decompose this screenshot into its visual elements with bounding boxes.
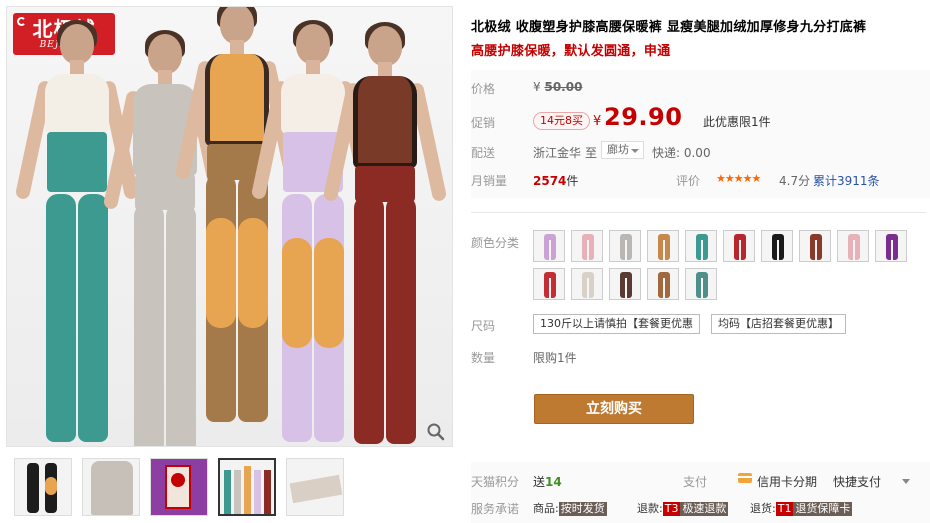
color-swatch[interactable] <box>533 230 565 262</box>
main-product-image[interactable]: 北极绒 BEJIROG <box>6 6 453 447</box>
swatch-legs-image <box>582 234 594 260</box>
color-swatch[interactable] <box>799 230 831 262</box>
sales-count-value: 2574 <box>533 174 567 188</box>
review-count-link[interactable]: 累计3911条 <box>813 172 880 189</box>
buy-now-button[interactable]: 立刻购买 <box>534 394 694 424</box>
credit-card-icon <box>738 473 752 483</box>
return-guarantee-badge: 退货保障卡 <box>793 502 853 516</box>
thumbnail-1[interactable] <box>14 458 72 516</box>
points-prefix: 送 <box>533 475 546 489</box>
rating-label: 评价 <box>676 174 701 188</box>
swatch-legs-image <box>658 234 670 260</box>
color-swatch[interactable] <box>571 268 603 300</box>
swatch-legs-image <box>620 272 632 298</box>
payment-label: 支付 <box>683 475 708 489</box>
swatch-legs-image <box>696 272 708 298</box>
product-title: 北极绒 收腹塑身护膝高腰保暖裤 显瘦美腿加绒加厚修身九分打底裤 <box>471 20 867 35</box>
rating-stars-icon: ★★★★★ <box>716 172 761 185</box>
thumbnail-5[interactable] <box>286 458 344 516</box>
size-option-1[interactable]: 130斤以上请慎拍【套餐更优惠 <box>533 314 700 334</box>
promo-label: 促销 <box>471 116 496 130</box>
promo-note: 此优惠限1件 <box>703 115 771 129</box>
swatch-legs-image <box>886 234 898 260</box>
ship-from: 浙江金华 <box>533 146 582 160</box>
thumbnail-strip <box>14 458 344 516</box>
promo-currency: ¥ <box>593 114 602 129</box>
thumbnail-4[interactable] <box>218 458 276 516</box>
swatch-legs-image <box>620 234 632 260</box>
price-panel: 价格 ¥ 50.00 促销 14元8买 ¥ 29.90 此优惠限1件 配送 浙江… <box>471 70 930 198</box>
original-currency: ¥ <box>533 80 541 94</box>
points-value: 14 <box>545 475 562 489</box>
monthly-sales: 2574件 <box>533 172 578 189</box>
quantity-label: 数量 <box>471 351 496 365</box>
swatch-legs-image <box>544 272 556 298</box>
service-refund: 退款: T3 极速退款 <box>637 500 729 516</box>
shipping-label: 配送 <box>471 146 496 160</box>
color-swatch[interactable] <box>723 230 755 262</box>
swatch-legs-image <box>734 234 746 260</box>
color-swatch[interactable] <box>609 230 641 262</box>
quantity-limit: 限购1件 <box>533 351 577 365</box>
promo-badge[interactable]: 14元8买 <box>533 112 590 130</box>
color-swatch[interactable] <box>685 230 717 262</box>
color-swatch[interactable] <box>609 268 641 300</box>
zoom-icon[interactable] <box>426 422 446 442</box>
color-swatch[interactable] <box>761 230 793 262</box>
destination-value: 廊坊 <box>607 143 629 156</box>
swatch-legs-image <box>544 234 556 260</box>
promo-price: 29.90 <box>604 103 683 131</box>
points-label: 天猫积分 <box>471 475 520 489</box>
service-goods-label: 商品: <box>533 502 559 515</box>
rating-score: 4.7分 <box>779 174 811 188</box>
service-return: 退货: T1 退货保障卡 <box>750 500 853 516</box>
installment-option[interactable]: 信用卡分期 <box>757 473 817 490</box>
model-figure-burgundy <box>322 22 448 444</box>
quick-pay-option[interactable]: 快捷支付 <box>833 473 881 490</box>
swatch-legs-image <box>582 272 594 298</box>
ship-to-label: 至 <box>585 146 598 160</box>
service-label: 服务承诺 <box>471 502 520 516</box>
service-goods: 商品: 按时发货 <box>533 500 607 516</box>
color-label: 颜色分类 <box>471 236 520 250</box>
swatch-legs-image <box>848 234 860 260</box>
service-return-label: 退货: <box>750 502 776 515</box>
color-swatch-list <box>533 230 925 300</box>
color-swatch[interactable] <box>533 268 565 300</box>
swatch-legs-image <box>696 234 708 260</box>
product-subtitle: 高腰护膝保暖，默认发圆通，申通 <box>471 44 671 59</box>
size-label: 尺码 <box>471 319 496 333</box>
thumbnail-3[interactable] <box>150 458 208 516</box>
swatch-legs-image <box>658 272 670 298</box>
on-time-delivery-badge: 按时发货 <box>558 502 607 516</box>
color-swatch[interactable] <box>837 230 869 262</box>
sales-label: 月销量 <box>471 174 508 188</box>
product-details-panel: 北极绒 收腹塑身护膝高腰保暖裤 显瘦美腿加绒加厚修身九分打底裤 高腰护膝保暖，默… <box>471 0 930 523</box>
original-price: ¥ 50.00 <box>533 80 582 94</box>
refund-code-badge: T3 <box>662 502 681 516</box>
service-refund-label: 退款: <box>637 502 663 515</box>
price-label: 价格 <box>471 82 496 96</box>
color-swatch[interactable] <box>571 230 603 262</box>
divider <box>471 212 926 213</box>
swatch-legs-image <box>772 234 784 260</box>
express-fee: 快递: 0.00 <box>652 146 711 160</box>
color-swatch[interactable] <box>875 230 907 262</box>
chevron-down-icon <box>631 149 639 153</box>
payment-dropdown-icon[interactable] <box>902 479 910 484</box>
color-swatch[interactable] <box>685 268 717 300</box>
destination-select[interactable]: 廊坊 <box>601 141 644 159</box>
thumbnail-2[interactable] <box>82 458 140 516</box>
swatch-legs-image <box>810 234 822 260</box>
size-option-2[interactable]: 均码【店招套餐更优惠】 <box>711 314 846 334</box>
color-swatch[interactable] <box>647 268 679 300</box>
return-code-badge: T1 <box>775 502 794 516</box>
original-price-value: 50.00 <box>544 80 583 94</box>
fast-refund-badge: 极速退款 <box>680 502 729 516</box>
sales-unit: 件 <box>566 174 579 188</box>
color-swatch[interactable] <box>647 230 679 262</box>
tmall-points: 送14 <box>533 473 562 490</box>
